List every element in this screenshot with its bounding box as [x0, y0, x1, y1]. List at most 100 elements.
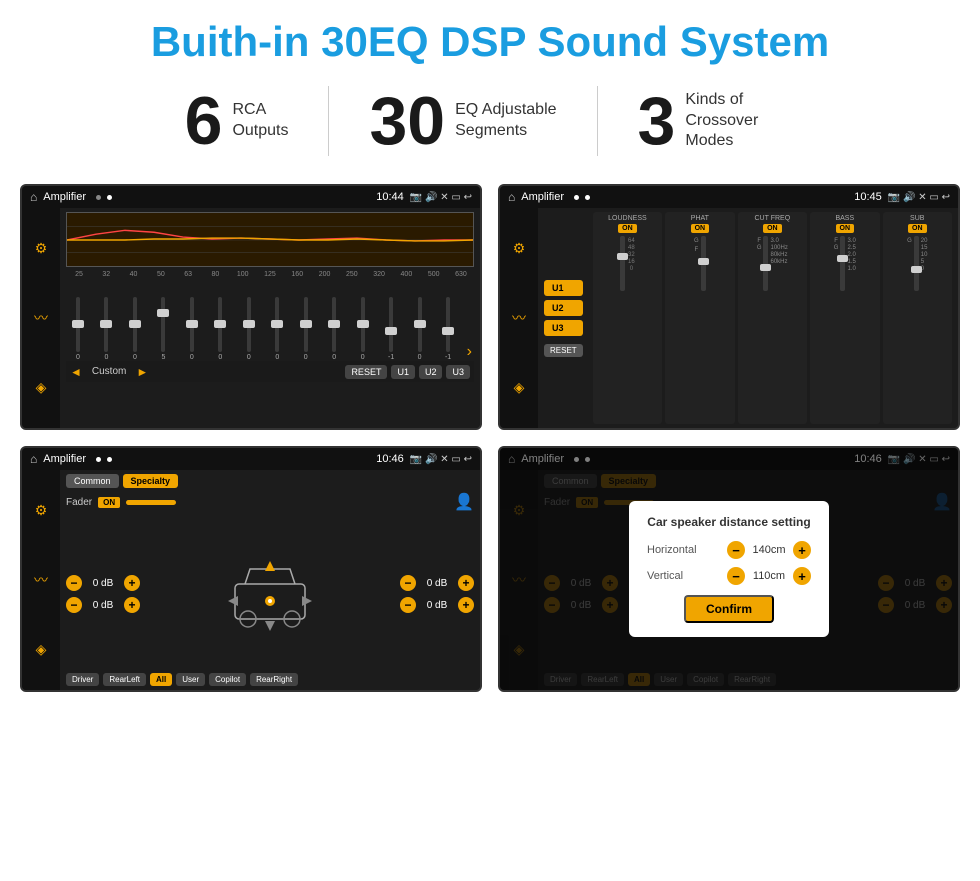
fader-plus-tr[interactable]: + [458, 575, 474, 591]
eq-slider-3[interactable]: 5 [153, 297, 173, 361]
fader-right-controls: − 0 dB + − 0 dB + [400, 518, 474, 670]
eq-slider-4[interactable]: 0 [182, 297, 202, 361]
fader-ctrl-tr: − 0 dB + [400, 575, 474, 591]
xover-ch-sub-on[interactable]: ON [908, 224, 927, 233]
eq-u2-btn[interactable]: U2 [419, 365, 443, 379]
fader-status-icons: 📷 🔊 ✕ ▭ ↩ [410, 454, 472, 465]
eq-slider-10[interactable]: 0 [353, 297, 373, 361]
dialog-vertical-plus[interactable]: + [793, 567, 811, 585]
fader-val-tl: 0 dB [86, 578, 120, 589]
fader-ctrl-br: − 0 dB + [400, 597, 474, 613]
fader-rearright-btn[interactable]: RearRight [250, 673, 298, 686]
fader-plus-tl[interactable]: + [124, 575, 140, 591]
dialog-vertical-label: Vertical [647, 570, 683, 582]
stat-number-crossover: 3 [638, 87, 676, 155]
fader-minus-tl[interactable]: − [66, 575, 82, 591]
xover-home-icon[interactable]: ⌂ [508, 190, 515, 204]
stat-text-crossover: Kinds of Crossover Modes [685, 90, 795, 152]
eq-prev-btn[interactable]: ◄ [70, 365, 82, 379]
eq-u3-btn[interactable]: U3 [446, 365, 470, 379]
eq-home-icon[interactable]: ⌂ [30, 190, 37, 204]
fader-home-icon[interactable]: ⌂ [30, 452, 37, 466]
xover-ch-sub-label: SUB [910, 215, 924, 222]
eq-slider-7[interactable]: 0 [267, 297, 287, 361]
xover-ch-loudness-on[interactable]: ON [618, 224, 637, 233]
eq-arrow-right[interactable]: › [467, 343, 472, 361]
fader-ctrl-tl: − 0 dB + [66, 575, 140, 591]
fader-avatar-icon: 👤 [454, 492, 474, 512]
eq-play-btn[interactable]: ► [136, 365, 148, 379]
eq-slider-0[interactable]: 0 [68, 297, 88, 361]
xover-u-buttons: U1 U2 U3 RESET [544, 212, 587, 424]
xover-ch-phat: PHAT ON GF [665, 212, 734, 424]
xover-ch-bass-on[interactable]: ON [836, 224, 855, 233]
fader-val-bl: 0 dB [86, 600, 120, 611]
fader-car-visual [148, 518, 392, 670]
fader-tab-common[interactable]: Common [66, 474, 119, 488]
dialog-title-text: Car speaker distance setting [647, 515, 811, 529]
freq-80: 80 [204, 271, 226, 278]
fader-user-btn[interactable]: User [176, 673, 205, 686]
eq-icon-2[interactable]: 〰 [34, 308, 48, 328]
fader-plus-bl[interactable]: + [124, 597, 140, 613]
xover-reset-btn[interactable]: RESET [544, 344, 583, 357]
fader-icon-1[interactable]: ⚙ [35, 502, 48, 519]
fader-minus-br[interactable]: − [400, 597, 416, 613]
xover-icon-2[interactable]: 〰 [512, 308, 526, 328]
fader-content: − 0 dB + − 0 dB + [66, 518, 474, 670]
fader-all-btn[interactable]: All [150, 673, 172, 686]
eq-u1-btn[interactable]: U1 [391, 365, 415, 379]
dialog-vertical-minus[interactable]: − [727, 567, 745, 585]
fader-slider-h[interactable] [126, 500, 176, 505]
eq-slider-8[interactable]: 0 [296, 297, 316, 361]
eq-slider-11[interactable]: -1 [381, 297, 401, 361]
xover-time: 10:45 [854, 191, 882, 203]
dialog-horizontal-plus[interactable]: + [793, 541, 811, 559]
freq-630: 630 [450, 271, 472, 278]
eq-slider-1[interactable]: 0 [96, 297, 116, 361]
dialog-confirm-button[interactable]: Confirm [684, 595, 774, 623]
fader-plus-br[interactable]: + [458, 597, 474, 613]
dialog-box: Car speaker distance setting Horizontal … [629, 501, 829, 637]
eq-slider-13[interactable]: -1 [438, 297, 458, 361]
xover-ch-cutfreq-on[interactable]: ON [763, 224, 782, 233]
eq-slider-12[interactable]: 0 [410, 297, 430, 361]
fader-tab-specialty[interactable]: Specialty [123, 474, 179, 488]
screenshot-eq: ⌂ Amplifier 10:44 📷 🔊 ✕ ▭ ↩ ⚙ 〰 ◈ [20, 184, 482, 430]
xover-icon-3[interactable]: ◈ [514, 379, 525, 396]
dialog-horizontal-minus[interactable]: − [727, 541, 745, 559]
fader-val-br: 0 dB [420, 600, 454, 611]
eq-slider-2[interactable]: 0 [125, 297, 145, 361]
stats-row: 6 RCA Outputs 30 EQ Adjustable Segments … [0, 76, 980, 174]
fader-icon-3[interactable]: ◈ [36, 641, 47, 658]
fader-status-bar: ⌂ Amplifier 10:46 📷 🔊 ✕ ▭ ↩ [22, 448, 480, 470]
fader-rearleft-btn[interactable]: RearLeft [103, 673, 146, 686]
fader-ctrl-bl: − 0 dB + [66, 597, 140, 613]
xover-title: Amplifier [521, 191, 564, 203]
freq-400: 400 [395, 271, 417, 278]
eq-reset-btn[interactable]: RESET [345, 365, 387, 379]
fader-icon-2[interactable]: 〰 [34, 570, 48, 590]
fader-on-badge[interactable]: ON [98, 497, 120, 508]
eq-slider-5[interactable]: 0 [210, 297, 230, 361]
eq-icon-3[interactable]: ◈ [36, 379, 47, 396]
fader-copilot-btn[interactable]: Copilot [209, 673, 246, 686]
screenshot-dialog: ⌂ Amplifier 10:46 📷 🔊 ✕ ▭ ↩ ⚙ 〰 ◈ Common… [498, 446, 960, 692]
fader-minus-tr[interactable]: − [400, 575, 416, 591]
fader-driver-btn[interactable]: Driver [66, 673, 99, 686]
freq-125: 125 [259, 271, 281, 278]
fader-dot2 [107, 457, 112, 462]
xover-u2-btn[interactable]: U2 [544, 300, 583, 316]
stat-number-eq: 30 [369, 87, 445, 155]
xover-u3-btn[interactable]: U3 [544, 320, 583, 336]
stat-crossover: 3 Kinds of Crossover Modes [598, 87, 836, 155]
eq-slider-9[interactable]: 0 [324, 297, 344, 361]
xover-icon-1[interactable]: ⚙ [513, 240, 526, 257]
fader-minus-bl[interactable]: − [66, 597, 82, 613]
fader-dot1 [96, 457, 101, 462]
xover-ch-phat-on[interactable]: ON [691, 224, 710, 233]
xover-u1-btn[interactable]: U1 [544, 280, 583, 296]
freq-63: 63 [177, 271, 199, 278]
eq-icon-1[interactable]: ⚙ [35, 240, 48, 257]
eq-slider-6[interactable]: 0 [239, 297, 259, 361]
